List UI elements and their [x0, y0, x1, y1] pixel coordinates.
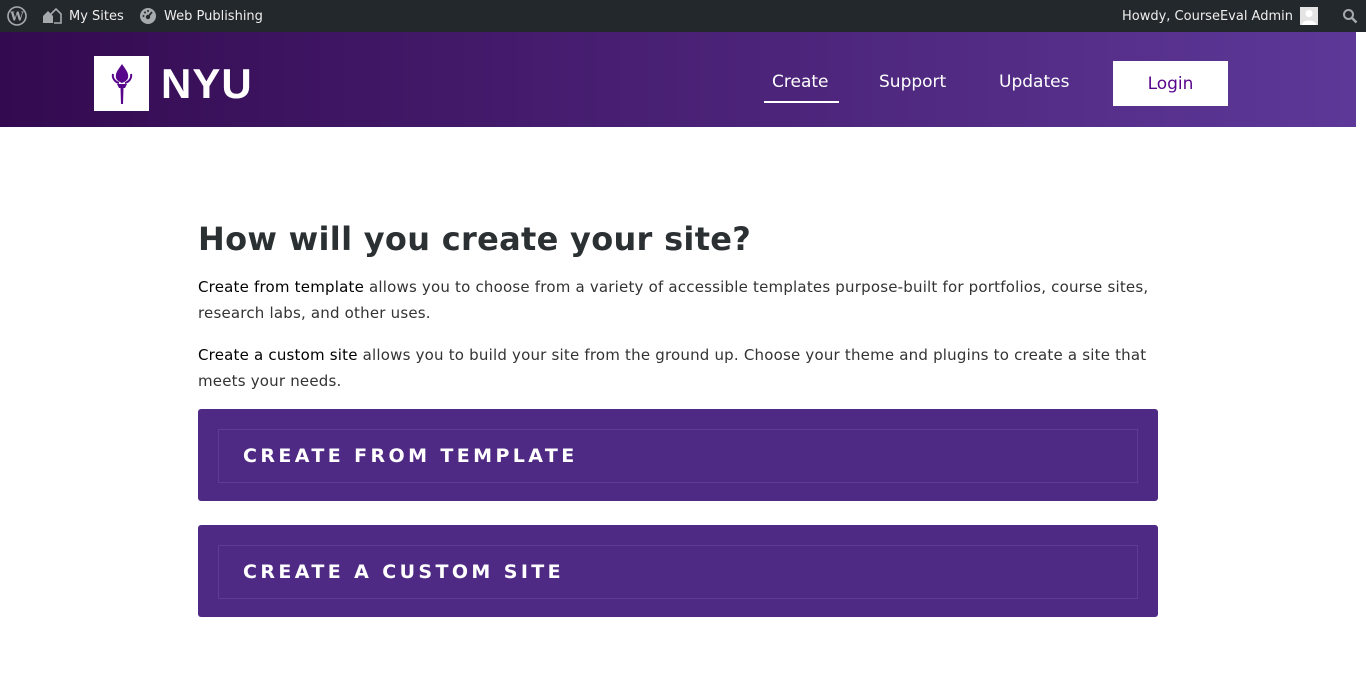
login-button[interactable]: Login: [1113, 61, 1228, 106]
active-nav-indicator: [764, 101, 839, 103]
site-header: NYU Create Support Updates Login: [0, 32, 1356, 127]
torch-icon: [94, 56, 149, 111]
sites-icon: [42, 7, 62, 25]
nav-support[interactable]: Support: [879, 72, 946, 92]
admin-bar: W My Sites Web Publishing Howdy, CourseE…: [0, 0, 1366, 32]
create-from-template-label: CREATE FROM TEMPLATE: [243, 445, 578, 467]
main-content: How will you create your site? Create fr…: [198, 220, 1158, 394]
my-sites-label: My Sites: [69, 8, 124, 24]
avatar: [1300, 7, 1318, 25]
wordpress-logo-icon: W: [7, 6, 27, 26]
site-name-label: Web Publishing: [164, 8, 263, 24]
user-account-menu[interactable]: Howdy, CourseEval Admin: [1122, 0, 1318, 32]
logo-text: NYU: [161, 59, 253, 107]
create-custom-site-button[interactable]: CREATE A CUSTOM SITE: [198, 525, 1158, 617]
create-from-template-button[interactable]: CREATE FROM TEMPLATE: [198, 409, 1158, 501]
nav-updates[interactable]: Updates: [999, 72, 1069, 92]
page-title: How will you create your site?: [198, 220, 752, 258]
template-description-strong: Create from template: [198, 278, 364, 296]
nav-create[interactable]: Create: [772, 72, 829, 92]
user-greeting: Howdy, CourseEval Admin: [1121, 8, 1293, 24]
template-description: Create from template allows you to choos…: [198, 274, 1158, 326]
custom-description-strong: Create a custom site: [198, 346, 358, 364]
admin-search-button[interactable]: [1342, 0, 1358, 32]
wordpress-menu[interactable]: W: [7, 0, 27, 32]
nyu-logo-link[interactable]: NYU: [94, 56, 253, 111]
svg-text:W: W: [9, 10, 24, 24]
create-from-template-frame: CREATE FROM TEMPLATE: [218, 429, 1138, 483]
search-icon: [1342, 8, 1358, 24]
scrollbar[interactable]: [1356, 32, 1366, 694]
custom-description: Create a custom site allows you to build…: [198, 342, 1158, 394]
create-custom-site-frame: CREATE A CUSTOM SITE: [218, 545, 1138, 599]
my-sites-menu[interactable]: My Sites: [42, 0, 124, 32]
dashboard-icon: [139, 7, 157, 25]
site-name-menu[interactable]: Web Publishing: [139, 0, 263, 32]
create-custom-site-label: CREATE A CUSTOM SITE: [243, 561, 565, 583]
